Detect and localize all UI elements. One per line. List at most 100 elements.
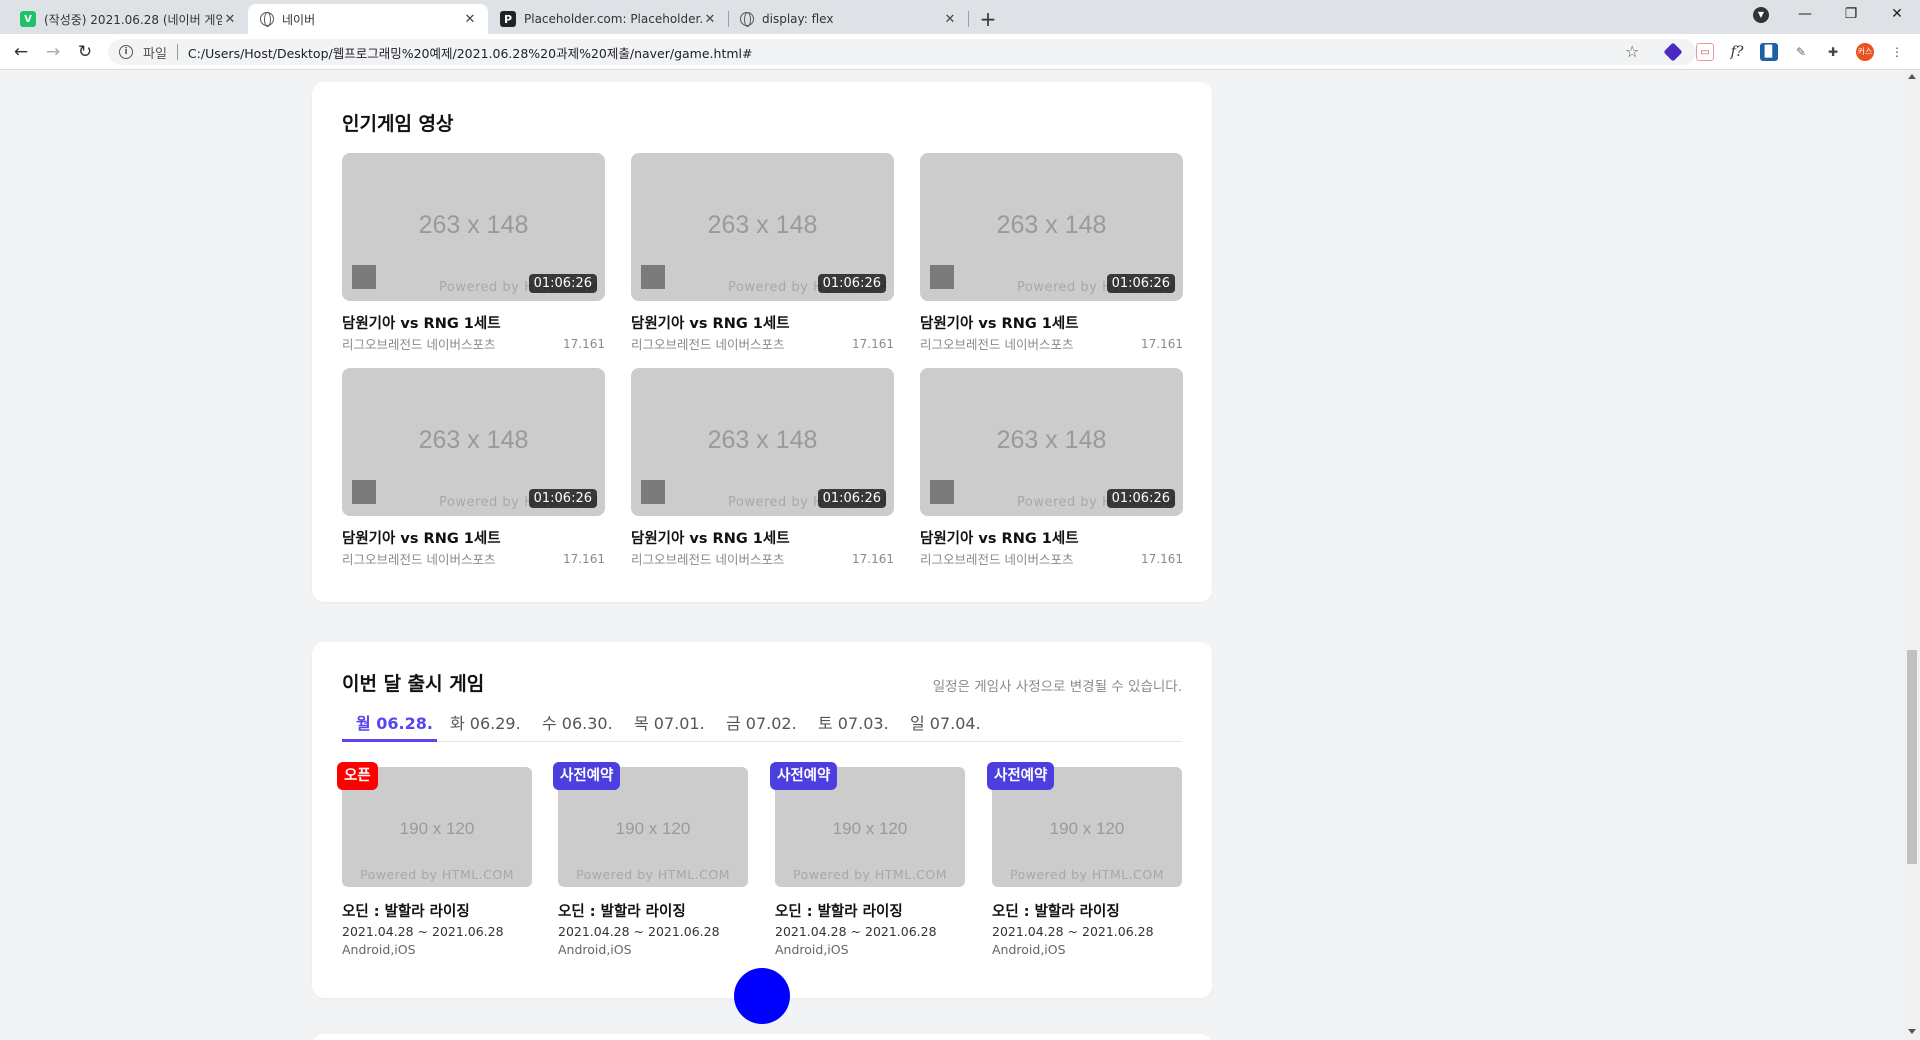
video-card[interactable]: 263 x 148 Powered by HTML.COM 01:06:26 담… bbox=[631, 153, 894, 352]
view-count: 17.161 bbox=[852, 337, 894, 351]
back-arrow-icon[interactable]: ← bbox=[9, 40, 33, 64]
tab-separator bbox=[968, 11, 969, 27]
address-url[interactable]: C:/Users/Host/Desktop/웹프로그래밍%20예제/2021.0… bbox=[188, 43, 753, 62]
video-card[interactable]: 263 x 148 Powered by HTML.COM 01:06:26 담… bbox=[342, 368, 605, 567]
game-thumbnail[interactable]: 190 x 120 Powered by HTML.COM 오픈 bbox=[337, 762, 532, 887]
video-meta: 리그오브레전드 네이버스포츠 17.161 bbox=[920, 549, 1183, 567]
forward-arrow-icon[interactable]: → bbox=[41, 40, 65, 64]
duration-badge: 01:06:26 bbox=[528, 489, 597, 508]
extension-reader-icon[interactable]: ▉ bbox=[1760, 43, 1778, 61]
tab-strip: V (작성중) 2021.06.28 (네이버 게임 ✕ 네이버 ✕ P Pla… bbox=[0, 0, 1920, 34]
game-thumbnail[interactable]: 190 x 120 Powered by HTML.COM 사전예약 bbox=[553, 762, 748, 887]
profile-avatar[interactable]: 커스 bbox=[1856, 43, 1874, 61]
video-meta: 리그오브레전드 네이버스포츠 17.161 bbox=[631, 334, 894, 352]
game-title[interactable]: 오딘 : 발할라 라이징 bbox=[992, 900, 1182, 921]
video-channel: 리그오브레전드 네이버스포츠 bbox=[631, 552, 785, 567]
section-title: 이번 달 출시 게임 bbox=[342, 673, 485, 695]
tab-day-mon[interactable]: 월 06.28. bbox=[356, 710, 433, 734]
info-icon[interactable]: i bbox=[119, 45, 133, 59]
placeholder-size: 263 x 148 bbox=[707, 426, 818, 454]
game-card[interactable]: 190 x 120 Powered by HTML.COM 오픈 오딘 : 발할… bbox=[337, 762, 532, 957]
video-thumbnail[interactable]: 263 x 148 Powered by HTML.COM 01:06:26 bbox=[342, 153, 605, 301]
popular-videos-section: 인기게임 영상 263 x 148 Powered by HTML.COM 01… bbox=[312, 82, 1212, 602]
status-badge: 사전예약 bbox=[553, 762, 621, 790]
game-title[interactable]: 오딘 : 발할라 라이징 bbox=[342, 900, 532, 921]
monthly-release-section: 이번 달 출시 게임 일정은 게임사 사정으로 변경될 수 있습니다. 월 06… bbox=[312, 642, 1212, 998]
game-date: 2021.04.28 ~ 2021.06.28 bbox=[775, 924, 937, 939]
address-bar[interactable]: i 파일 C:/Users/Host/Desktop/웹프로그래밍%20예제/2… bbox=[108, 39, 1696, 65]
close-icon[interactable]: ✕ bbox=[462, 12, 478, 27]
game-thumbnail[interactable]: 190 x 120 Powered by HTML.COM 사전예약 bbox=[770, 762, 965, 887]
extension-formula-icon[interactable]: f? bbox=[1728, 43, 1746, 61]
video-card[interactable]: 263 x 148 Powered by HTML.COM 01:06:26 담… bbox=[920, 368, 1183, 567]
close-icon[interactable]: ✕ bbox=[942, 12, 958, 27]
video-thumbnail[interactable]: 263 x 148 Powered by HTML.COM 01:06:26 bbox=[920, 153, 1183, 301]
menu-kebab-icon[interactable]: ⋮ bbox=[1888, 43, 1906, 61]
view-count: 17.161 bbox=[563, 337, 605, 351]
new-tab-button[interactable]: + bbox=[975, 6, 1001, 32]
extensions-puzzle-icon[interactable]: ✚ bbox=[1824, 43, 1842, 61]
address-divider bbox=[176, 44, 178, 60]
scroll-up-arrow-icon[interactable] bbox=[1908, 74, 1916, 79]
placeholder-size: 263 x 148 bbox=[996, 426, 1107, 454]
scroll-thumb[interactable] bbox=[1907, 650, 1917, 864]
view-count: 17.161 bbox=[1141, 337, 1183, 351]
tab-title: display: flex bbox=[762, 12, 834, 26]
placeholder-size: 263 x 148 bbox=[418, 426, 529, 454]
window-close-button[interactable]: ✕ bbox=[1874, 0, 1920, 30]
video-channel: 리그오브레전드 네이버스포츠 bbox=[631, 337, 785, 352]
tab-naver[interactable]: 네이버 ✕ bbox=[248, 4, 488, 34]
duration-badge: 01:06:26 bbox=[528, 274, 597, 293]
next-section-card bbox=[312, 1034, 1212, 1040]
game-title[interactable]: 오딘 : 발할라 라이징 bbox=[558, 900, 748, 921]
reload-icon[interactable]: ↻ bbox=[73, 40, 97, 64]
game-card[interactable]: 190 x 120 Powered by HTML.COM 사전예약 오딘 : … bbox=[553, 762, 748, 957]
video-title[interactable]: 담원기아 vs RNG 1세트 bbox=[631, 527, 894, 548]
video-thumbnail[interactable]: 263 x 148 Powered by HTML.COM 01:06:26 bbox=[342, 368, 605, 516]
game-thumbnail[interactable]: 190 x 120 Powered by HTML.COM 사전예약 bbox=[987, 762, 1182, 887]
extension-calendar-icon[interactable]: ▭ bbox=[1696, 43, 1714, 61]
tab-draft[interactable]: V (작성중) 2021.06.28 (네이버 게임 ✕ bbox=[8, 4, 248, 34]
channel-logo bbox=[930, 265, 954, 289]
game-date: 2021.04.28 ~ 2021.06.28 bbox=[342, 924, 504, 939]
extension-pen-icon[interactable]: ✎ bbox=[1792, 43, 1810, 61]
tab-day-fri[interactable]: 금 07.02. bbox=[726, 710, 797, 734]
channel-logo bbox=[352, 480, 376, 504]
tab-display-flex[interactable]: display: flex ✕ bbox=[728, 4, 968, 34]
tab-placeholder[interactable]: P Placeholder.com: Placeholder.co ✕ bbox=[488, 4, 728, 34]
video-title[interactable]: 담원기아 vs RNG 1세트 bbox=[631, 312, 894, 333]
video-thumbnail[interactable]: 263 x 148 Powered by HTML.COM 01:06:26 bbox=[631, 153, 894, 301]
video-thumbnail[interactable]: 263 x 148 Powered by HTML.COM 01:06:26 bbox=[920, 368, 1183, 516]
video-card[interactable]: 263 x 148 Powered by HTML.COM 01:06:26 담… bbox=[920, 153, 1183, 352]
bookmark-star-icon[interactable]: ☆ bbox=[1625, 42, 1639, 61]
scroll-down-arrow-icon[interactable] bbox=[1908, 1029, 1916, 1034]
tab-day-thu[interactable]: 목 07.01. bbox=[634, 710, 705, 734]
video-title[interactable]: 담원기아 vs RNG 1세트 bbox=[920, 527, 1183, 548]
vlive-icon: V bbox=[20, 11, 36, 27]
tab-day-sun[interactable]: 일 07.04. bbox=[910, 710, 981, 734]
game-title[interactable]: 오딘 : 발할라 라이징 bbox=[775, 900, 965, 921]
game-card[interactable]: 190 x 120 Powered by HTML.COM 사전예약 오딘 : … bbox=[987, 762, 1182, 957]
tab-day-sat[interactable]: 토 07.03. bbox=[818, 710, 889, 734]
close-icon[interactable]: ✕ bbox=[222, 12, 238, 27]
video-card[interactable]: 263 x 148 Powered by HTML.COM 01:06:26 담… bbox=[631, 368, 894, 567]
game-card[interactable]: 190 x 120 Powered by HTML.COM 사전예약 오딘 : … bbox=[770, 762, 965, 957]
video-card[interactable]: 263 x 148 Powered by HTML.COM 01:06:26 담… bbox=[342, 153, 605, 352]
video-title[interactable]: 담원기아 vs RNG 1세트 bbox=[342, 527, 605, 548]
restore-button[interactable]: ❐ bbox=[1828, 0, 1874, 30]
channel-logo bbox=[930, 480, 954, 504]
tab-search-icon[interactable]: ▼ bbox=[1753, 7, 1769, 23]
close-icon[interactable]: ✕ bbox=[702, 12, 718, 27]
page-scrollbar[interactable] bbox=[1904, 70, 1920, 1040]
view-count: 17.161 bbox=[852, 552, 894, 566]
video-title[interactable]: 담원기아 vs RNG 1세트 bbox=[920, 312, 1183, 333]
tab-day-tue[interactable]: 화 06.29. bbox=[450, 710, 521, 734]
tab-day-wed[interactable]: 수 06.30. bbox=[542, 710, 613, 734]
floating-action-button[interactable] bbox=[734, 968, 790, 1024]
placeholder-size: 263 x 148 bbox=[418, 211, 529, 239]
video-thumbnail[interactable]: 263 x 148 Powered by HTML.COM 01:06:26 bbox=[631, 368, 894, 516]
video-title[interactable]: 담원기아 vs RNG 1세트 bbox=[342, 312, 605, 333]
placeholder-size: 263 x 148 bbox=[996, 211, 1107, 239]
minimize-button[interactable]: — bbox=[1782, 0, 1828, 30]
video-channel: 리그오브레전드 네이버스포츠 bbox=[342, 337, 496, 352]
